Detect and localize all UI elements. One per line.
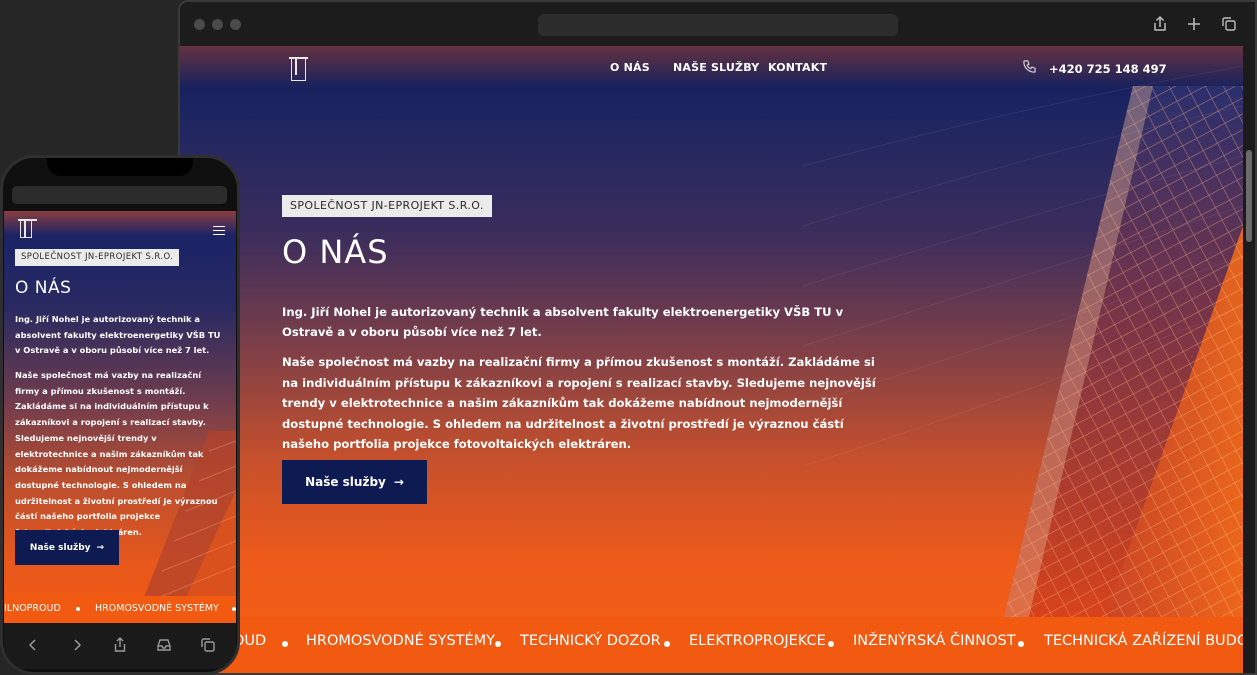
phone-number[interactable]: +420 725 148 497 [1049,62,1167,76]
marquee-separator [76,607,80,611]
marquee-separator [1018,641,1024,647]
share-icon[interactable] [111,636,129,654]
window-close-dot[interactable] [194,19,205,30]
address-bar[interactable] [538,14,898,36]
marquee-separator [232,607,236,611]
mobile-company-paragraph: Naše společnost má vazby na realizační f… [15,370,218,537]
plus-icon[interactable] [1185,15,1203,33]
marquee-item[interactable]: TECHNICKÁ ZAŘÍZENÍ BUDOV [1044,633,1243,649]
mobile-services-button-label: Naše služby [29,542,91,553]
tabs-icon[interactable] [199,636,217,654]
services-button-label: Naše služby [305,475,386,489]
window-minimize-dot[interactable] [212,19,223,30]
nav-link-o-nas[interactable]: O NÁS [610,61,650,74]
phone-notch [47,158,193,176]
share-icon[interactable] [1151,15,1169,33]
mobile-viewport: SPOLEČNOST JN-EPROJEKT S.R.O. O NÁS Ing.… [4,211,236,623]
marquee-separator [282,641,288,647]
skyscraper-image [803,65,1243,621]
page-title: O NÁS [282,233,389,271]
arrow-right-icon: → [393,475,404,489]
browser-toolbar [180,2,1255,46]
mobile-company-tag: SPOLEČNOST JN-EPROJEKT S.R.O. [15,249,180,266]
mobile-services-marquee: ILNOPROUD HROMOSVODNÉ SYSTÉMY [4,596,236,623]
company-paragraph: Naše společnost má vazby na realizační f… [282,355,876,451]
mobile-address-bar[interactable] [12,186,227,204]
mobile-phone-frame: SPOLEČNOST JN-EPROJEKT S.R.O. O NÁS Ing.… [0,155,240,675]
marquee-separator [664,641,670,647]
marquee-item[interactable]: ILNOPROUD [4,603,61,614]
services-marquee: OUD HROMOSVODNÉ SYSTÉMY TECHNICKÝ DOZOR … [180,617,1243,673]
nav-phone[interactable]: +420 725 148 497 [1022,59,1167,78]
nav-link-nase-sluzby[interactable]: NAŠE SLUŽBY [673,61,759,74]
tabs-icon[interactable] [1220,15,1238,33]
mobile-intro-paragraph: Ing. Jiří Nohel je autorizovaný technik … [15,314,221,355]
mobile-page-title: O NÁS [15,278,72,298]
window-zoom-dot[interactable] [230,19,241,30]
inbox-icon[interactable] [155,636,173,654]
top-navbar: O NÁS NAŠE SLUŽBY KONTAKT +420 725 148 4… [180,46,1243,88]
nav-link-kontakt[interactable]: KONTAKT [768,61,827,74]
company-tag: SPOLEČNOST JN-EPROJEKT S.R.O. [282,195,492,217]
marquee-item[interactable]: HROMOSVODNÉ SYSTÉMY [306,633,495,649]
chevron-left-icon[interactable] [24,636,42,654]
marquee-item[interactable]: ELEKTROPROJEKCE [689,633,826,649]
page-viewport: O NÁS NAŠE SLUŽBY KONTAKT +420 725 148 4… [180,46,1243,673]
marquee-item[interactable]: INŽENÝRSKÁ ČINNOST [853,633,1016,649]
mobile-site-logo[interactable] [18,219,37,238]
chevron-right-icon[interactable] [68,636,86,654]
intro-paragraph: Ing. Jiří Nohel je autorizovaný technik … [282,305,844,339]
scrollbar-thumb[interactable] [1246,150,1252,242]
page-scrollbar[interactable] [1243,46,1255,673]
desktop-browser-window: O NÁS NAŠE SLUŽBY KONTAKT +420 725 148 4… [178,0,1257,675]
marquee-separator [495,641,501,647]
services-button[interactable]: Naše služby → [282,460,427,504]
arrow-right-icon: → [96,542,105,553]
mobile-services-button[interactable]: Naše služby → [15,530,119,565]
marquee-item[interactable]: HROMOSVODNÉ SYSTÉMY [95,603,219,614]
marquee-item[interactable]: TECHNICKÝ DOZOR [520,633,661,649]
hamburger-icon[interactable] [213,226,225,235]
site-logo[interactable] [289,57,308,81]
phone-icon [1022,59,1037,78]
marquee-separator [828,641,834,647]
mobile-browser-toolbar [4,623,236,669]
